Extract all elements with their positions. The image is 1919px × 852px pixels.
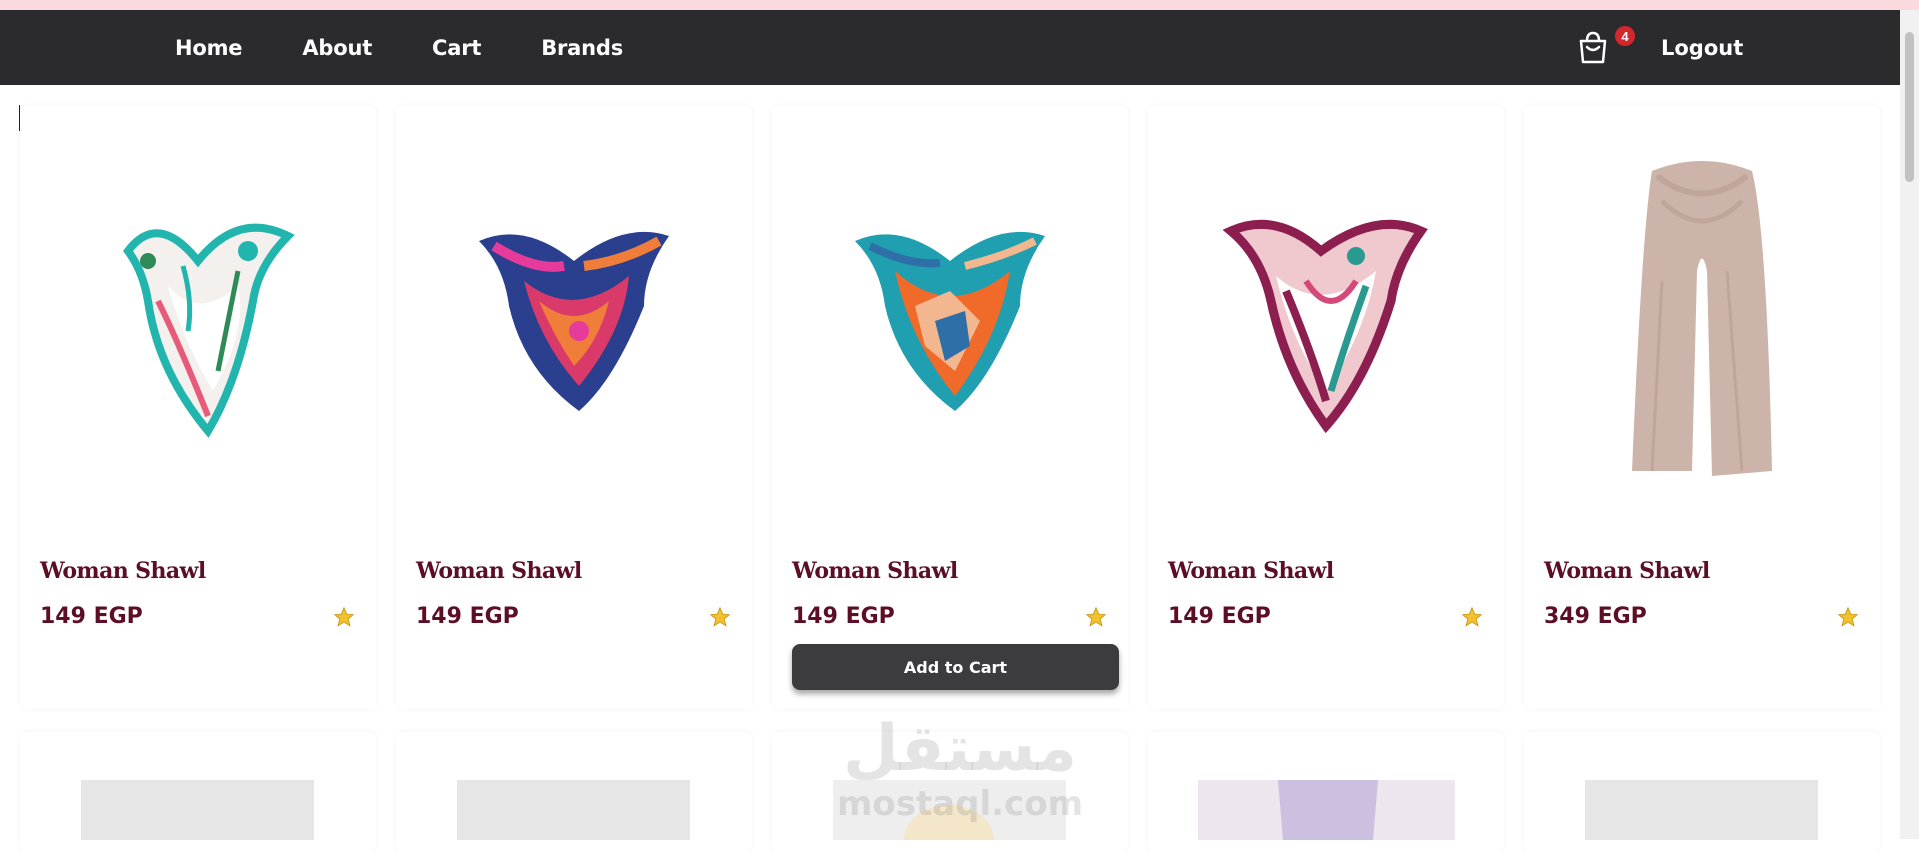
product-card[interactable] (1148, 732, 1504, 852)
top-accent-strip (0, 0, 1919, 10)
nav-cart-link[interactable]: Cart (432, 36, 481, 60)
star-icon (1837, 606, 1859, 627)
product-card[interactable] (396, 732, 752, 852)
cart-button[interactable]: 4 (1575, 26, 1635, 70)
product-card[interactable] (20, 732, 376, 852)
product-image (1148, 106, 1504, 536)
product-title[interactable]: Woman Shawl (416, 558, 582, 584)
product-price: 149 EGP (792, 604, 895, 629)
star-icon (709, 606, 731, 627)
product-price: 149 EGP (1168, 604, 1271, 629)
nav-brands-link[interactable]: Brands (541, 36, 623, 60)
cart-count-badge: 4 (1615, 26, 1635, 46)
product-card[interactable]: Woman Shawl 349 EGP (1524, 106, 1880, 709)
nav-home-link[interactable]: Home (175, 36, 243, 60)
product-price: 149 EGP (416, 604, 519, 629)
product-image (1524, 106, 1880, 536)
product-price: 349 EGP (1544, 604, 1647, 629)
product-title[interactable]: Woman Shawl (1544, 558, 1710, 584)
product-title[interactable]: Woman Shawl (1168, 558, 1334, 584)
product-card[interactable]: Woman Shawl 149 EGP (396, 106, 752, 709)
product-image (396, 106, 752, 536)
product-card[interactable]: Woman Shawl 149 EGP Add to Cart (772, 106, 1128, 709)
product-title[interactable]: Woman Shawl (792, 558, 958, 584)
product-card[interactable] (772, 732, 1128, 852)
product-image (772, 106, 1128, 536)
product-price: 149 EGP (40, 604, 143, 629)
product-card[interactable] (1524, 732, 1880, 852)
logout-link[interactable]: Logout (1661, 10, 1743, 85)
product-card[interactable]: Woman Shawl 149 EGP (1148, 106, 1504, 709)
product-image (457, 780, 690, 840)
star-icon (1085, 606, 1107, 627)
star-icon (333, 606, 355, 627)
scrollbar-thumb[interactable] (1905, 32, 1914, 182)
shopping-bag-icon (1579, 31, 1607, 64)
product-image (1585, 780, 1818, 840)
star-icon (1461, 606, 1483, 627)
product-image (1198, 780, 1455, 840)
product-image (833, 780, 1066, 852)
product-card[interactable]: Woman Shawl 149 EGP (20, 106, 376, 709)
navbar: Home About Cart Brands 4 Logout (0, 10, 1900, 85)
page-scrollbar[interactable] (1900, 10, 1919, 839)
product-image (81, 780, 314, 840)
add-to-cart-button[interactable]: Add to Cart (792, 644, 1119, 690)
nav-about-link[interactable]: About (302, 36, 372, 60)
nav-links: Home About Cart Brands (175, 10, 623, 85)
product-title[interactable]: Woman Shawl (40, 558, 206, 584)
product-image (20, 106, 376, 536)
